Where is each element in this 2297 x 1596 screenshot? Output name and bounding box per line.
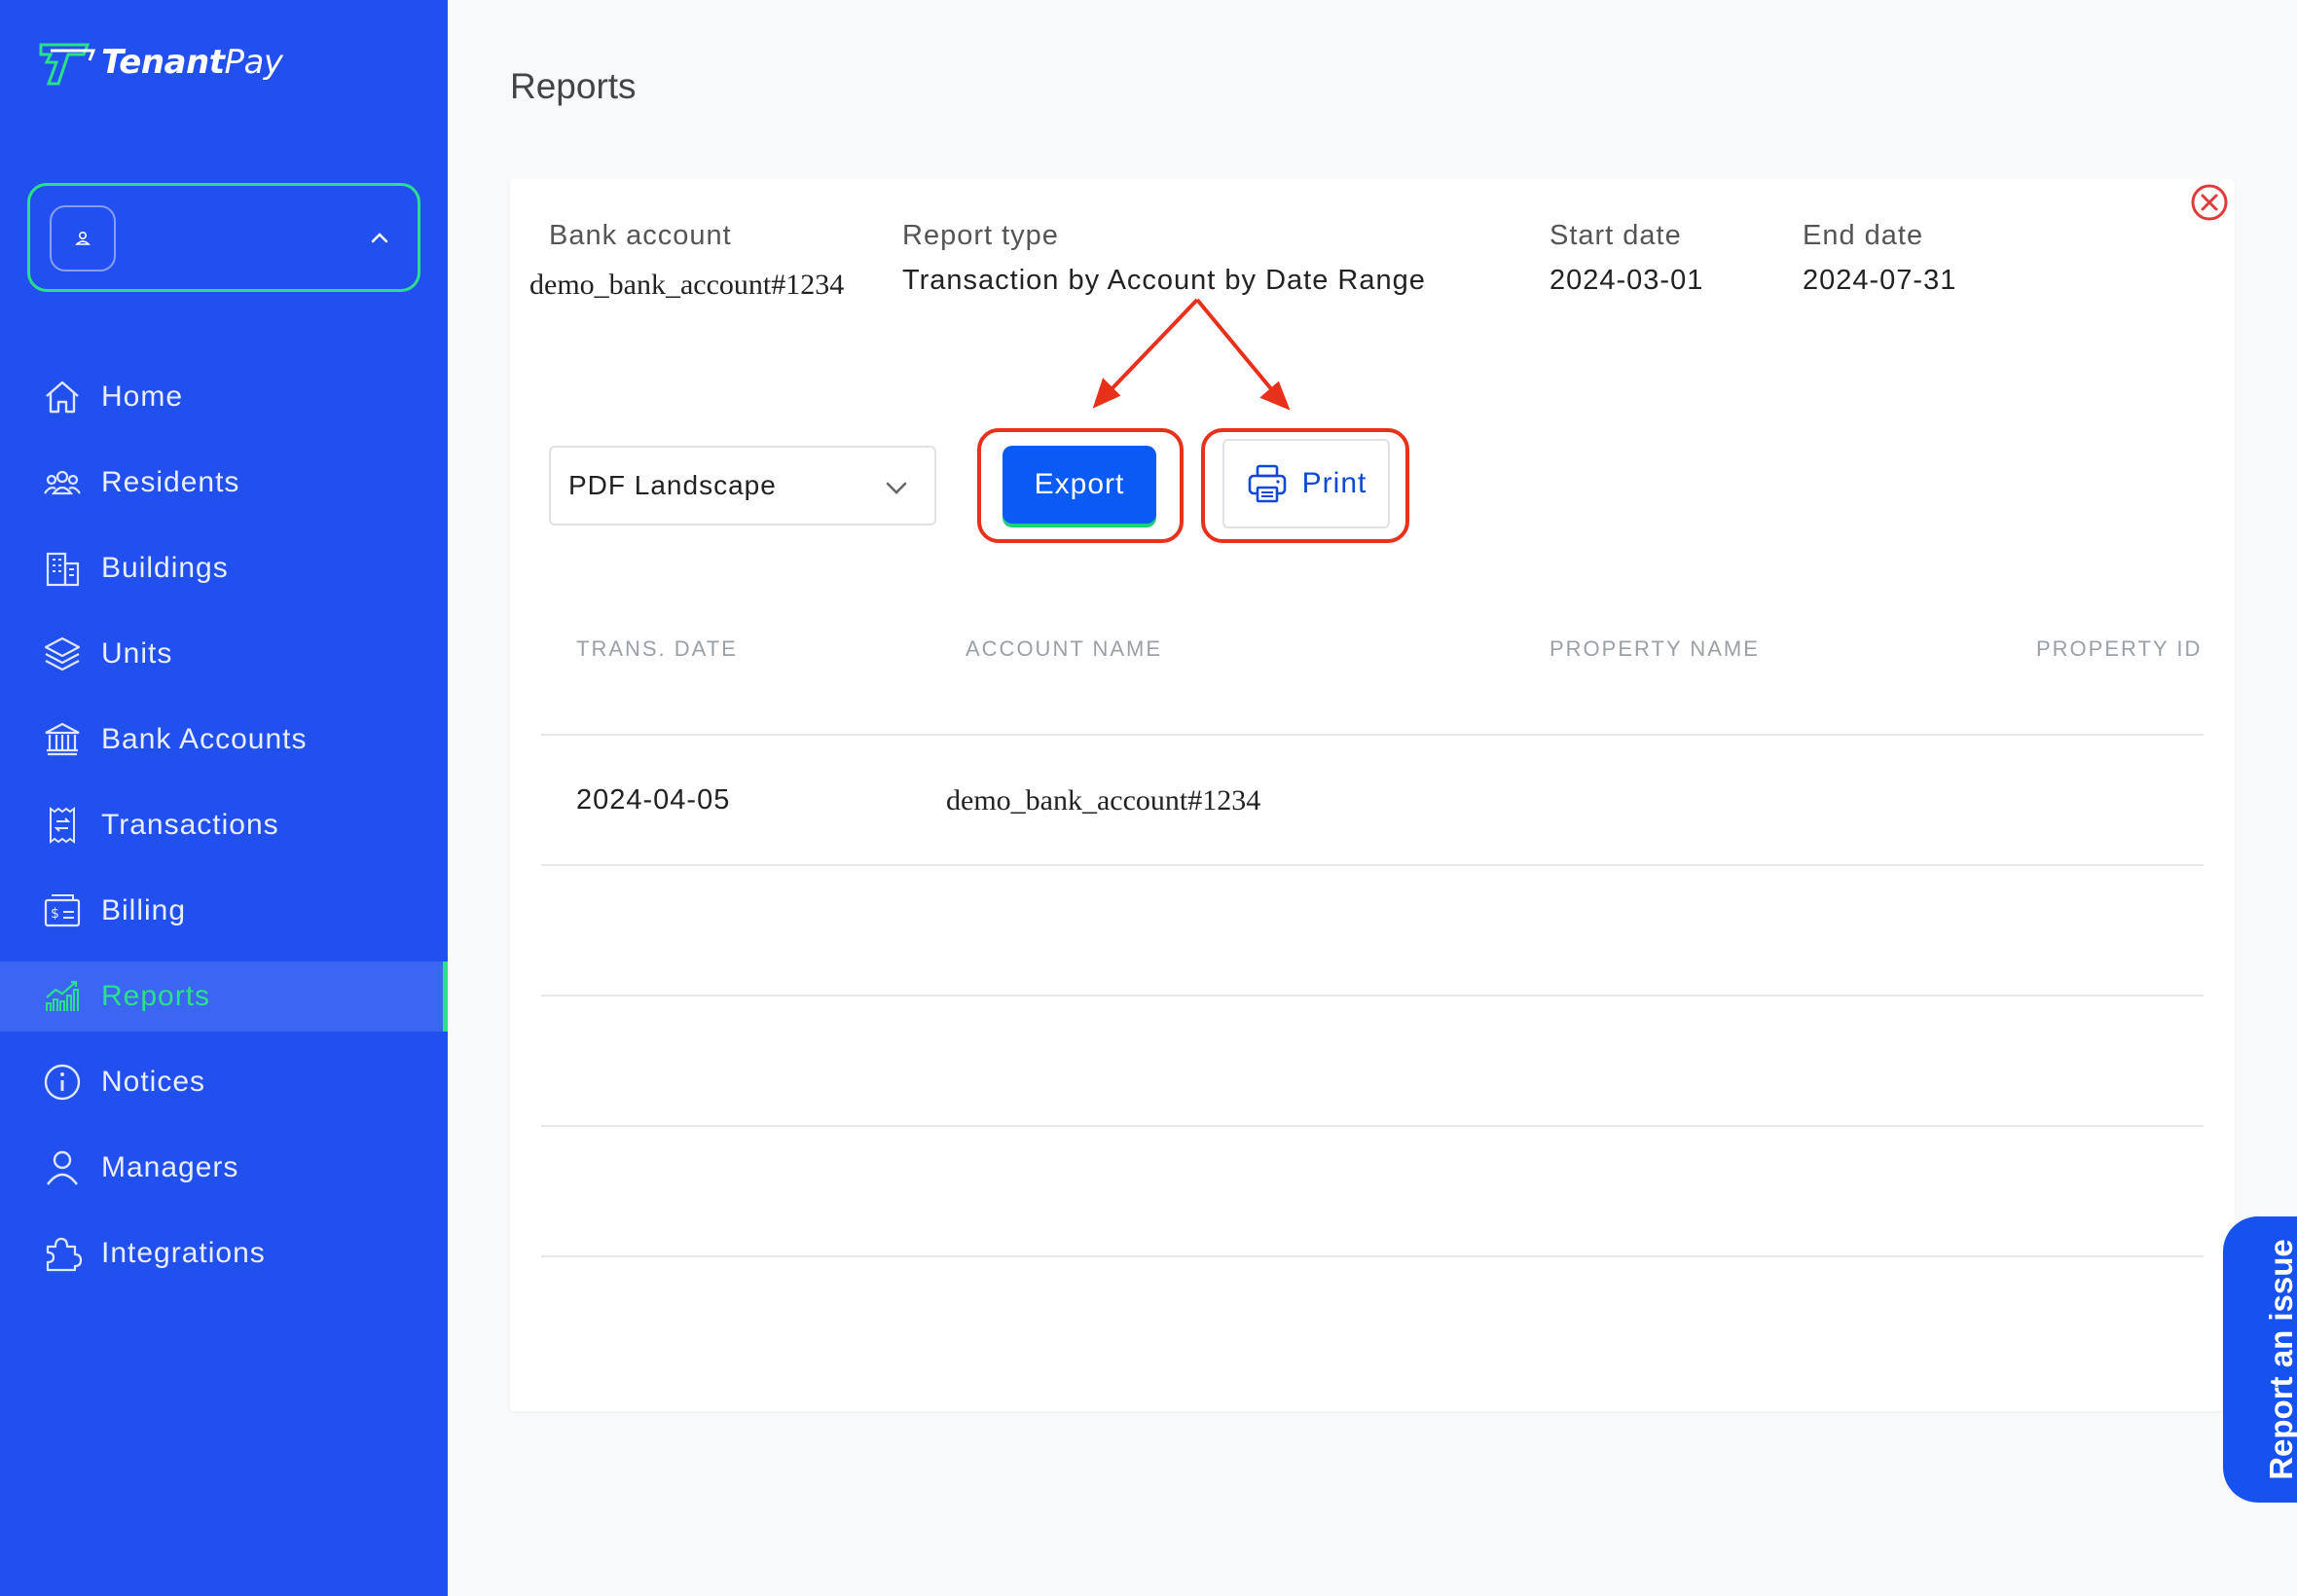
sidebar-item-label: Residents (101, 466, 240, 498)
format-select[interactable]: PDF Landscape (549, 446, 936, 526)
sidebar-item-label: Units (101, 637, 173, 670)
sidebar-item-label: Billing (101, 894, 187, 926)
logo-text: TenantPay (101, 43, 283, 82)
report-type-label: Report type (902, 220, 1059, 251)
sidebar-item-residents[interactable]: Residents (0, 448, 448, 518)
sidebar-item-label: Managers (101, 1151, 239, 1183)
cell-account-name: demo_bank_account#1234 (946, 784, 1261, 816)
sidebar-item-units[interactable]: Units (0, 619, 448, 689)
close-icon[interactable] (2190, 183, 2229, 222)
end-date-label: End date (1803, 220, 1924, 251)
column-header-account-name[interactable]: ACCOUNT NAME (966, 636, 1162, 662)
sidebar-nav: Home Residents Buildings Units Bank Acco… (0, 362, 448, 1304)
sidebar: TenantPay Home Residents Buildings Units… (0, 0, 448, 1596)
tenantpay-logo[interactable]: TenantPay (37, 37, 283, 88)
table-divider (541, 1125, 2204, 1127)
report-issue-label: Report an issue (2263, 1239, 2297, 1480)
bank-account-label: Bank account (549, 220, 732, 251)
end-date-value: 2024-07-31 (1803, 265, 1957, 296)
sidebar-item-home[interactable]: Home (0, 362, 448, 432)
person-icon (75, 231, 91, 245)
cell-trans-date: 2024-04-05 (576, 784, 731, 816)
sidebar-item-transactions[interactable]: Transactions (0, 790, 448, 860)
logo-icon (39, 43, 95, 86)
sidebar-item-buildings[interactable]: Buildings (0, 533, 448, 603)
report-card (510, 179, 2235, 1411)
print-highlight-outline (1201, 428, 1409, 543)
transactions-icon (41, 804, 84, 847)
sidebar-item-label: Bank Accounts (101, 723, 308, 755)
sidebar-item-notices[interactable]: Notices (0, 1047, 448, 1117)
column-header-property-id[interactable]: PROPERTY ID (2036, 636, 2202, 662)
buildings-icon (41, 547, 84, 590)
billing-icon: $ (41, 889, 84, 932)
format-select-value: PDF Landscape (568, 470, 777, 500)
sidebar-item-label: Home (101, 381, 184, 413)
account-switcher[interactable] (27, 183, 420, 292)
table-divider (541, 734, 2204, 736)
bank-account-value: demo_bank_account#1234 (529, 269, 845, 301)
sidebar-item-managers[interactable]: Managers (0, 1133, 448, 1203)
sidebar-item-bank-accounts[interactable]: Bank Accounts (0, 705, 448, 775)
chevron-down-icon (886, 482, 907, 494)
svg-text:$: $ (51, 906, 60, 922)
user-icon (41, 1146, 84, 1189)
start-date-value: 2024-03-01 (1550, 265, 1704, 296)
info-icon (41, 1061, 84, 1104)
start-date-label: Start date (1550, 220, 1682, 251)
column-header-property-name[interactable]: PROPERTY NAME (1550, 636, 1760, 662)
column-header-trans-date[interactable]: TRANS. DATE (576, 636, 738, 662)
sidebar-item-label: Notices (101, 1066, 206, 1098)
sidebar-item-label: Reports (101, 980, 211, 1012)
table-divider (541, 864, 2204, 866)
export-highlight-outline (977, 428, 1184, 543)
sidebar-item-label: Transactions (101, 809, 279, 841)
reports-icon (41, 975, 84, 1018)
residents-icon (41, 461, 84, 504)
report-issue-button[interactable]: Report an issue (2223, 1216, 2297, 1503)
table-divider (541, 995, 2204, 997)
sidebar-item-reports[interactable]: Reports (0, 961, 448, 1032)
home-icon (41, 376, 84, 418)
sidebar-item-label: Integrations (101, 1237, 266, 1269)
report-type-value: Transaction by Account by Date Range (902, 265, 1426, 296)
sidebar-item-billing[interactable]: $ Billing (0, 876, 448, 946)
chevron-up-icon[interactable] (365, 223, 394, 252)
sidebar-item-integrations[interactable]: Integrations (0, 1218, 448, 1288)
units-icon (41, 633, 84, 675)
sidebar-item-label: Buildings (101, 552, 229, 584)
table-divider (541, 1255, 2204, 1257)
avatar (50, 205, 116, 272)
bank-icon (41, 718, 84, 761)
puzzle-icon (41, 1232, 84, 1275)
page-title: Reports (510, 66, 637, 106)
